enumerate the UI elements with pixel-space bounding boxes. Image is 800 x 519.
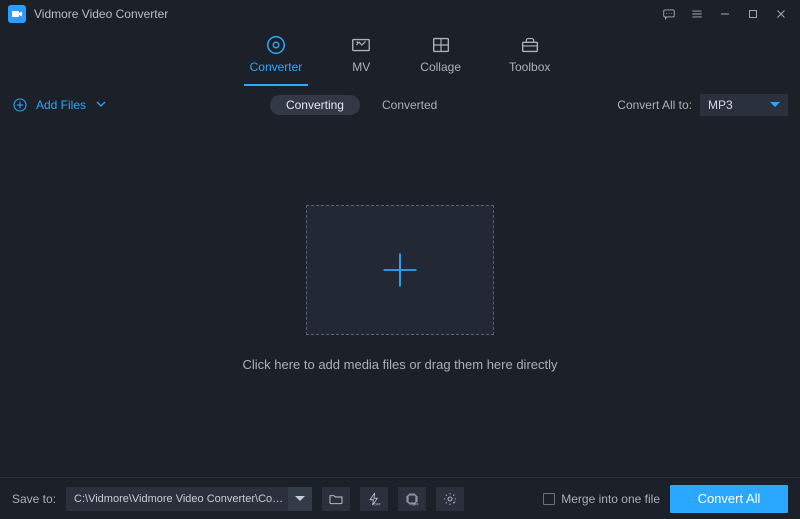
bottom-bar: Save to: C:\Vidmore\Vidmore Video Conver… — [0, 477, 800, 519]
save-path-value: C:\Vidmore\Vidmore Video Converter\Conve… — [74, 493, 288, 505]
nav-collage-label: Collage — [420, 60, 461, 74]
output-format-select[interactable]: MP3 — [700, 94, 788, 116]
nav-toolbox[interactable]: Toolbox — [509, 32, 550, 82]
workspace: Click here to add media files or drag th… — [0, 118, 800, 458]
add-files-caret[interactable] — [96, 98, 106, 112]
settings-button[interactable] — [436, 487, 464, 511]
chevron-down-icon — [295, 494, 305, 504]
convert-all-button[interactable]: Convert All — [670, 485, 788, 513]
minimize-button[interactable] — [714, 4, 736, 24]
lightning-off-icon: OFF — [366, 491, 382, 507]
sub-toolbar: Add Files Converting Converted Convert A… — [0, 92, 800, 118]
title-bar: Vidmore Video Converter — [0, 0, 800, 28]
feedback-button[interactable] — [658, 4, 680, 24]
app-title: Vidmore Video Converter — [34, 7, 168, 21]
svg-text:OFF: OFF — [374, 502, 381, 506]
folder-icon — [328, 491, 344, 507]
checkbox-icon — [543, 493, 555, 505]
app-logo — [8, 5, 26, 23]
main-nav: Converter MV Collage Toolbox — [0, 28, 800, 88]
plus-icon — [378, 248, 422, 292]
minimize-icon — [718, 7, 732, 21]
merge-label: Merge into one file — [561, 492, 660, 506]
save-path-box[interactable]: C:\Vidmore\Vidmore Video Converter\Conve… — [66, 487, 312, 511]
toolbox-icon — [519, 34, 541, 56]
output-format-value: MP3 — [708, 98, 733, 112]
nav-mv-label: MV — [352, 60, 370, 74]
convert-all-to-label: Convert All to: — [617, 98, 692, 112]
nav-converter-label: Converter — [250, 60, 303, 74]
tab-converting[interactable]: Converting — [270, 95, 360, 115]
menu-icon — [690, 7, 704, 21]
hardware-accel-button[interactable]: OFF — [360, 487, 388, 511]
collage-icon — [430, 34, 452, 56]
add-files-label: Add Files — [36, 98, 86, 112]
caret-down-icon — [96, 99, 106, 109]
converter-icon — [265, 34, 287, 56]
gpu-accel-button[interactable]: OFF — [398, 487, 426, 511]
nav-collage[interactable]: Collage — [420, 32, 461, 82]
tab-converted[interactable]: Converted — [366, 95, 453, 115]
maximize-icon — [746, 7, 760, 21]
drop-zone[interactable] — [306, 205, 494, 335]
gear-icon — [442, 491, 458, 507]
drop-instruction: Click here to add media files or drag th… — [242, 357, 557, 372]
add-icon — [12, 97, 28, 113]
chevron-down-icon — [770, 100, 780, 110]
add-files-button[interactable]: Add Files — [12, 97, 106, 113]
nav-mv[interactable]: MV — [350, 32, 372, 82]
camera-icon — [11, 8, 23, 20]
maximize-button[interactable] — [742, 4, 764, 24]
merge-checkbox[interactable]: Merge into one file — [543, 492, 660, 506]
menu-button[interactable] — [686, 4, 708, 24]
save-path-dropdown[interactable] — [288, 487, 312, 511]
close-button[interactable] — [770, 4, 792, 24]
svg-text:OFF: OFF — [412, 502, 419, 506]
close-icon — [774, 7, 788, 21]
nav-converter[interactable]: Converter — [250, 32, 303, 82]
chat-icon — [662, 7, 676, 21]
nav-toolbox-label: Toolbox — [509, 60, 550, 74]
mv-icon — [350, 34, 372, 56]
chip-off-icon: OFF — [404, 491, 420, 507]
save-to-label: Save to: — [12, 492, 56, 506]
open-folder-button[interactable] — [322, 487, 350, 511]
